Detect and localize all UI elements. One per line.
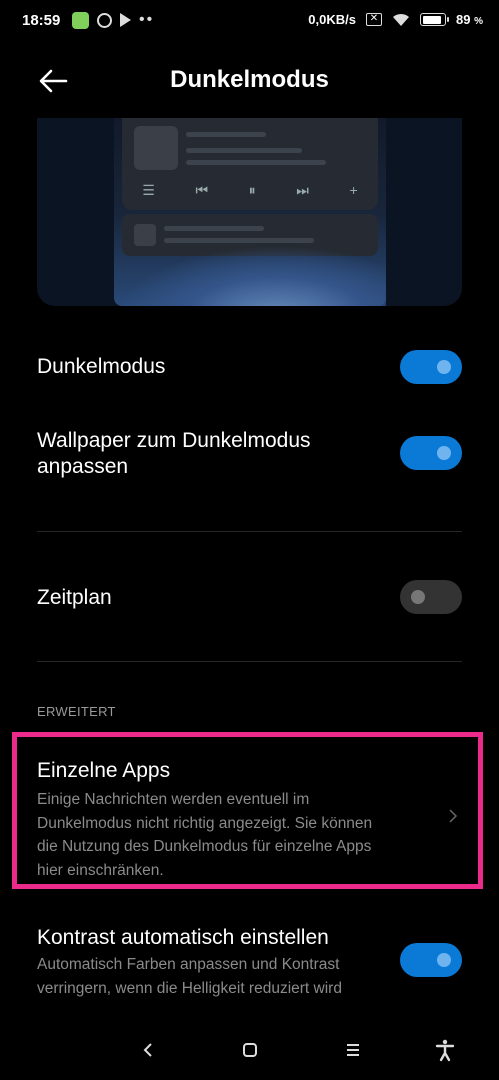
recents-nav-icon[interactable] (341, 1038, 365, 1062)
preview-thumbnail (134, 126, 178, 170)
wallpaper-row[interactable]: Wallpaper zum Dunkelmodus anpassen (37, 428, 462, 480)
more-dots-icon: •• (139, 11, 155, 28)
wallpaper-label-line1: Wallpaper zum Dunkelmodus (37, 429, 311, 452)
section-header-advanced: ERWEITERT (37, 704, 116, 719)
network-speed: 0,0KB/s (308, 12, 356, 27)
app-icon (72, 11, 89, 29)
divider (37, 661, 462, 662)
auto-contrast-toggle[interactable] (400, 943, 462, 977)
menu-icon: ☰ (142, 182, 155, 198)
no-sim-icon: ✕ (366, 13, 382, 26)
preview-phone: ☰ ⏮ ⏸ ⏭ + (114, 118, 386, 306)
auto-contrast-row[interactable]: Kontrast automatisch einstellen Automati… (37, 925, 462, 1001)
notification-icons: •• (72, 11, 154, 29)
schedule-label: Zeitplan (37, 586, 112, 609)
schedule-toggle[interactable] (400, 580, 462, 614)
individual-apps-title: Einzelne Apps (37, 759, 171, 782)
home-nav-icon[interactable] (238, 1038, 262, 1062)
status-time: 18:59 (22, 12, 61, 29)
next-icon: ⏭ (296, 182, 309, 198)
preview-media-controls: ☰ ⏮ ⏸ ⏭ + (122, 182, 378, 199)
chevron-right-icon (449, 809, 458, 823)
wifi-icon (393, 13, 409, 26)
auto-contrast-description: Automatisch Farben anpassen und Kontrast… (37, 956, 342, 997)
preview-notification-card: ☰ ⏮ ⏸ ⏭ + (122, 118, 378, 210)
navigation-bar (0, 1020, 499, 1080)
accessibility-icon[interactable] (433, 1038, 457, 1062)
circle-icon (97, 12, 112, 28)
individual-apps-description: Einige Nachrichten werden eventuell im D… (37, 791, 373, 879)
wallpaper-label-line2: anpassen (37, 455, 129, 478)
header: Dunkelmodus (0, 56, 499, 106)
dark-mode-toggle[interactable] (400, 350, 462, 384)
wallpaper-toggle[interactable] (400, 436, 462, 470)
battery-icon (420, 13, 449, 26)
battery-level: 89 % (456, 12, 483, 27)
status-right: 0,0KB/s ✕ 89 % (308, 12, 483, 27)
pause-icon: ⏸ (248, 182, 256, 198)
dark-mode-label: Dunkelmodus (37, 355, 166, 378)
auto-contrast-title: Kontrast automatisch einstellen (37, 926, 329, 949)
divider (37, 531, 462, 532)
schedule-row[interactable]: Zeitplan (37, 580, 462, 614)
page-title: Dunkelmodus (170, 66, 329, 93)
back-nav-icon[interactable] (136, 1038, 160, 1062)
plus-icon: + (349, 182, 358, 198)
dark-mode-preview: ☰ ⏮ ⏸ ⏭ + (37, 118, 462, 306)
previous-icon: ⏮ (195, 182, 209, 198)
dark-mode-row[interactable]: Dunkelmodus (37, 350, 462, 384)
individual-apps-row[interactable]: Einzelne Apps Einige Nachrichten werden … (37, 758, 462, 879)
preview-wallpaper-wave (114, 246, 386, 306)
status-bar: 18:59 •• 0,0KB/s ✕ 89 % (0, 0, 499, 44)
play-store-icon (120, 13, 131, 27)
